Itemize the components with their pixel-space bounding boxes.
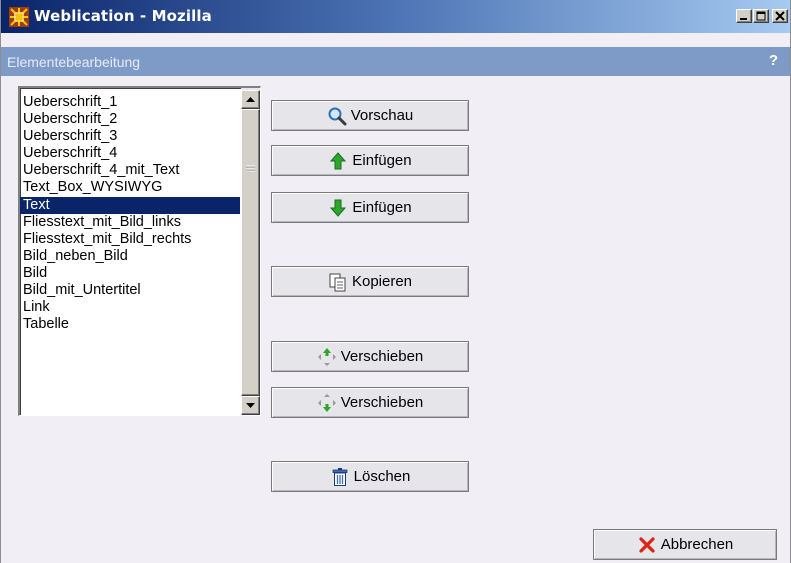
scroll-up-button[interactable]	[241, 90, 260, 109]
move-up-icon	[317, 347, 337, 367]
list-item[interactable]: Bild	[20, 265, 240, 282]
list-item[interactable]: Ueberschrift_2	[20, 111, 240, 128]
weblication-grid-icon	[9, 7, 29, 27]
copy-label: Kopieren	[351, 273, 413, 290]
insert-above-button[interactable]: Einfügen	[271, 145, 469, 176]
list-item[interactable]: Ueberschrift_4	[20, 145, 240, 162]
scrollbar-thumb[interactable]	[241, 109, 260, 396]
minimize-icon	[740, 18, 747, 20]
list-item[interactable]: Ueberschrift_4_mit_Text	[20, 162, 240, 179]
trash-icon	[330, 467, 350, 487]
panel-title: Elementebearbeitung	[7, 54, 141, 70]
close-button[interactable]	[772, 9, 788, 23]
arrow-down-icon	[246, 403, 255, 408]
maximize-button[interactable]	[753, 9, 769, 23]
move-up-button[interactable]: Verschieben	[271, 341, 469, 372]
list-item[interactable]: Ueberschrift_3	[20, 128, 240, 145]
copy-button[interactable]: Kopieren	[271, 266, 469, 297]
window-title: Weblication - Mozilla	[34, 7, 212, 25]
close-icon	[775, 11, 785, 21]
magnifier-icon	[327, 106, 347, 126]
insert-above-label: Einfügen	[352, 152, 412, 169]
element-list: Ueberschrift_1 Ueberschrift_2 Ueberschrift…	[20, 94, 240, 333]
delete-label: Löschen	[353, 468, 411, 485]
title-bar[interactable]: Weblication - Mozilla	[1, 0, 790, 33]
delete-button[interactable]: Löschen	[271, 461, 469, 492]
list-item[interactable]: Link	[20, 299, 240, 316]
minimize-button[interactable]	[736, 9, 752, 23]
preview-label: Vorschau	[350, 107, 414, 124]
move-down-icon	[317, 393, 337, 413]
list-item[interactable]: Tabelle	[20, 316, 240, 333]
scroll-down-button[interactable]	[241, 396, 260, 415]
move-down-button[interactable]: Verschieben	[271, 387, 469, 418]
red-x-icon	[637, 535, 657, 555]
green-arrow-up-icon	[328, 151, 348, 171]
move-down-label: Verschieben	[340, 394, 424, 411]
grip-icon	[246, 165, 255, 173]
list-item[interactable]: Text	[20, 196, 240, 214]
list-item[interactable]: Fliesstext_mit_Bild_links	[20, 214, 240, 231]
move-up-label: Verschieben	[340, 348, 424, 365]
green-arrow-down-icon	[328, 198, 348, 218]
list-item[interactable]: Text_Box_WYSIWYG	[20, 179, 240, 196]
vertical-scrollbar[interactable]	[241, 88, 260, 415]
copy-icon	[328, 272, 348, 292]
arrow-up-icon	[246, 97, 255, 102]
help-button[interactable]: ?	[769, 52, 778, 69]
list-item[interactable]: Ueberschrift_1	[20, 94, 240, 111]
cancel-button[interactable]: Abbrechen	[593, 529, 777, 560]
maximize-icon	[756, 11, 766, 21]
insert-below-button[interactable]: Einfügen	[271, 192, 469, 223]
cancel-label: Abbrechen	[660, 536, 734, 553]
browser-window: Weblication - Mozilla Elementebearbeitun…	[0, 0, 791, 563]
list-item[interactable]: Fliesstext_mit_Bild_rechts	[20, 231, 240, 248]
element-listbox[interactable]: Ueberschrift_1 Ueberschrift_2 Ueberschrift…	[18, 86, 261, 416]
insert-below-label: Einfügen	[352, 199, 412, 216]
preview-button[interactable]: Vorschau	[271, 100, 469, 131]
list-item[interactable]: Bild_neben_Bild	[20, 248, 240, 265]
panel-header: Elementebearbeitung ?	[1, 47, 790, 76]
list-item[interactable]: Bild_mit_Untertitel	[20, 282, 240, 299]
